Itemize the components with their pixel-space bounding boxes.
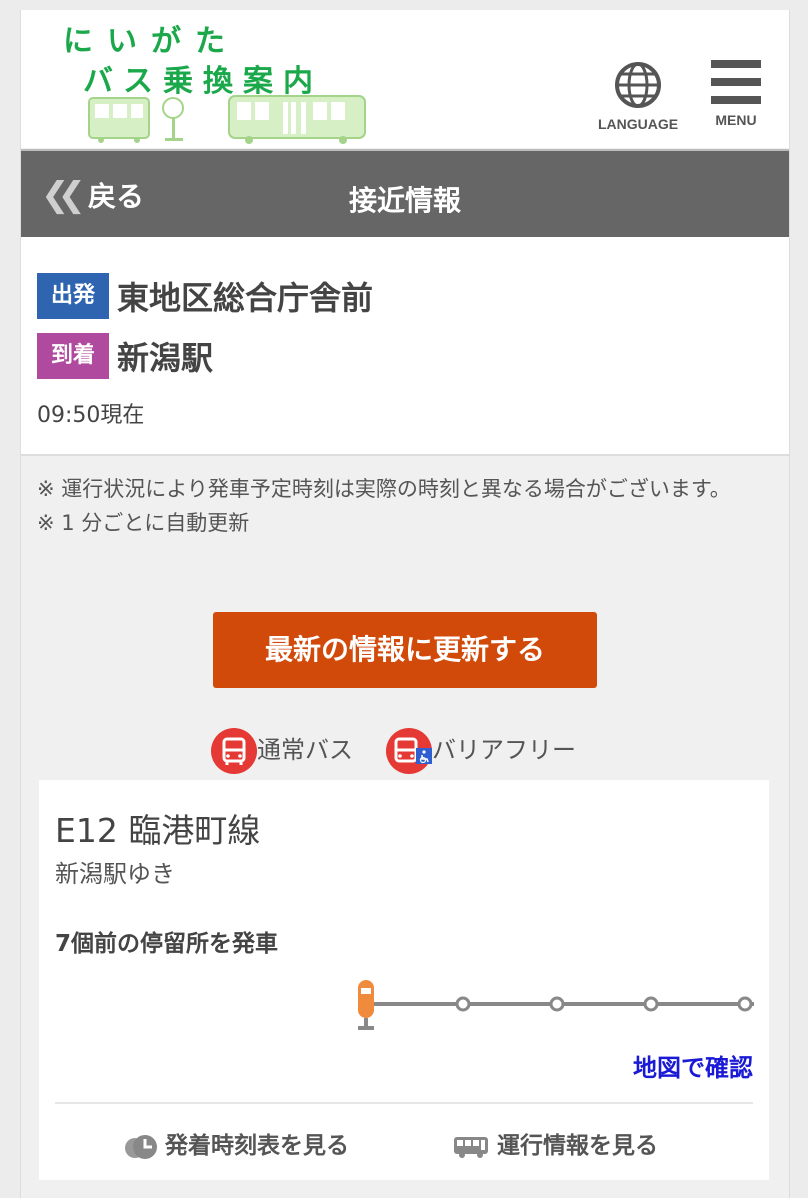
bus-icon (211, 728, 257, 774)
menu-label: MENU (715, 112, 757, 128)
site-header: にいがた バス乗換案内 LANGUAGE MENU (21, 10, 789, 148)
bus-line-name: E12 臨港町線 (55, 811, 261, 850)
logo-text-line1: にいがた (63, 24, 239, 59)
departure-stop: 東地区総合庁舎前 (117, 279, 374, 317)
language-label: LANGUAGE (597, 116, 679, 132)
app-frame: にいがた バス乗換案内 LANGUAGE MENU ❮❮ 戻る 接近情報 出発 … (20, 10, 790, 1198)
stop-node (549, 996, 565, 1012)
legend-barrier-free: バリアフリー (386, 728, 576, 774)
operation-info-link[interactable]: 運行情報を見る (453, 1126, 658, 1160)
stop-node (455, 996, 471, 1012)
operation-info-link-label: 運行情報を見る (497, 1133, 658, 1159)
notice-block: ※ 運行状況により発車予定時刻は実際の時刻と異なる場合がございます。 ※ 1 分… (37, 472, 777, 540)
arrival-stop: 新潟駅 (117, 339, 214, 377)
stop-node (643, 996, 659, 1012)
departure-tag: 出発 (37, 273, 109, 319)
bus-destination: 新潟駅ゆき (55, 860, 175, 888)
stop-node (737, 996, 753, 1012)
as-of-time: 09:50現在 (37, 403, 145, 428)
clock-icon (125, 1134, 157, 1159)
timetable-link-label: 発着時刻表を見る (165, 1133, 349, 1159)
card-divider (55, 1102, 753, 1104)
bus-side-icon (454, 1136, 488, 1158)
stop-progress-track (358, 980, 754, 1030)
logo-bus-illustration (88, 95, 366, 144)
language-button[interactable]: LANGUAGE (593, 60, 683, 140)
bus-approach-card: E12 臨港町線 新潟駅ゆき 7個前の停留所を発車 地図で確認 発着時刻表を見る (39, 780, 769, 1180)
notice-auto-update: ※ 1 分ごとに自動更新 (37, 511, 250, 535)
globe-icon (615, 62, 661, 108)
legend-normal-bus: 通常バス (211, 728, 353, 774)
bus-position-status: 7個前の停留所を発車 (55, 931, 279, 957)
arrival-tag: 到着 (37, 333, 109, 379)
wheelchair-bus-icon (386, 728, 432, 774)
route-summary: 出発 東地区総合庁舎前 到着 新潟駅 09:50現在 (21, 237, 789, 456)
title-bar: ❮❮ 戻る 接近情報 (21, 149, 789, 237)
refresh-button[interactable]: 最新の情報に更新する (213, 612, 597, 688)
legend-normal-label: 通常バス (257, 736, 353, 764)
legend-barrier-free-label: バリアフリー (432, 736, 576, 764)
menu-button[interactable]: MENU (701, 60, 771, 140)
timetable-link[interactable]: 発着時刻表を見る (123, 1126, 349, 1161)
view-map-link[interactable]: 地図で確認 (633, 1048, 753, 1083)
bus-stop-marker-icon (358, 980, 374, 1030)
page-title: 接近情報 (348, 184, 461, 217)
notice-delay: ※ 運行状況により発車予定時刻は実際の時刻と異なる場合がございます。 (37, 477, 731, 501)
hamburger-menu-icon (711, 60, 761, 104)
